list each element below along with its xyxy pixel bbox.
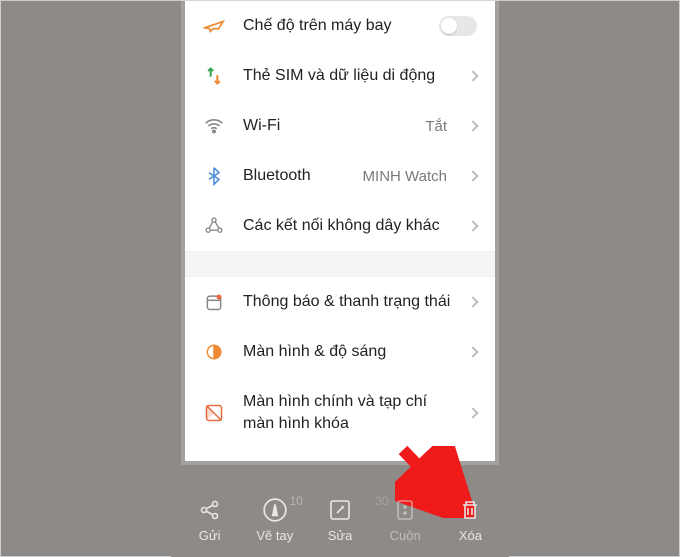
settings-row-wireless[interactable]: Các kết nối không dây khác [185, 201, 495, 251]
notifications-icon [203, 291, 225, 313]
scroll-button[interactable]: 30 Cuộn [373, 496, 438, 543]
homescreen-icon [203, 402, 225, 424]
chevron-right-icon [467, 120, 478, 131]
phone-viewport: Chế độ trên máy bay Thẻ SIM và dữ liệu d… [171, 1, 509, 557]
chevron-right-icon [467, 220, 478, 231]
toolbar-label: Vẽ tay [256, 528, 293, 543]
draw-hint: 10 [289, 494, 302, 508]
settings-row-notifications[interactable]: Thông báo & thanh trạng thái [185, 277, 495, 327]
share-button[interactable]: Gửi [177, 496, 242, 543]
settings-row-label: Thẻ SIM và dữ liệu di động [243, 65, 451, 87]
edit-icon [326, 496, 354, 524]
airplane-toggle[interactable] [439, 16, 477, 36]
screenshot-frame: Chế độ trên máy bay Thẻ SIM và dữ liệu d… [0, 0, 680, 557]
chevron-right-icon [467, 407, 478, 418]
settings-row-display[interactable]: Màn hình & độ sáng [185, 327, 495, 377]
settings-row-label: Chế độ trên máy bay [243, 15, 421, 37]
draw-icon: 10 [261, 496, 289, 524]
settings-row-sim[interactable]: Thẻ SIM và dữ liệu di động [185, 51, 495, 101]
sim-icon [203, 65, 225, 87]
settings-row-homescreen[interactable]: Màn hình chính và tạp chí màn hình khóa [185, 377, 495, 448]
settings-row-label: Bluetooth [243, 165, 345, 187]
draw-button[interactable]: 10 Vẽ tay [242, 496, 307, 543]
toolbar-label: Xóa [459, 528, 482, 543]
wireless-icon [203, 215, 225, 237]
settings-panel: Chế độ trên máy bay Thẻ SIM và dữ liệu d… [185, 1, 495, 461]
chevron-right-icon [467, 296, 478, 307]
settings-row-value: MINH Watch [363, 168, 447, 185]
airplane-icon [203, 15, 225, 37]
delete-button[interactable]: Xóa [438, 496, 503, 543]
settings-row-bluetooth[interactable]: Bluetooth MINH Watch [185, 151, 495, 201]
settings-row-label: Màn hình chính và tạp chí màn hình khóa [243, 391, 451, 434]
toolbar-label: Sửa [328, 528, 353, 543]
settings-row-label: Màn hình & độ sáng [243, 341, 451, 363]
chevron-right-icon [467, 170, 478, 181]
toolbar-label: Gửi [199, 528, 221, 543]
chevron-right-icon [467, 70, 478, 81]
section-divider [185, 251, 495, 277]
settings-row-wifi[interactable]: Wi-Fi Tắt [185, 101, 495, 151]
scroll-hint: 30 [375, 494, 388, 508]
toolbar-label: Cuộn [390, 528, 421, 543]
wifi-icon [203, 115, 225, 137]
settings-row-label: Thông báo & thanh trạng thái [243, 291, 451, 313]
settings-row-label: Wi-Fi [243, 115, 407, 137]
settings-row-airplane[interactable]: Chế độ trên máy bay [185, 1, 495, 51]
chevron-right-icon [467, 346, 478, 357]
settings-row-label: Các kết nối không dây khác [243, 215, 451, 237]
trash-icon [456, 496, 484, 524]
bluetooth-icon [203, 165, 225, 187]
scroll-icon: 30 [391, 496, 419, 524]
screenshot-toolbar: Gửi 10 Vẽ tay Sửa [171, 486, 509, 552]
share-icon [196, 496, 224, 524]
edit-button[interactable]: Sửa [307, 496, 372, 543]
brightness-icon [203, 341, 225, 363]
settings-row-value: Tắt [425, 118, 447, 135]
